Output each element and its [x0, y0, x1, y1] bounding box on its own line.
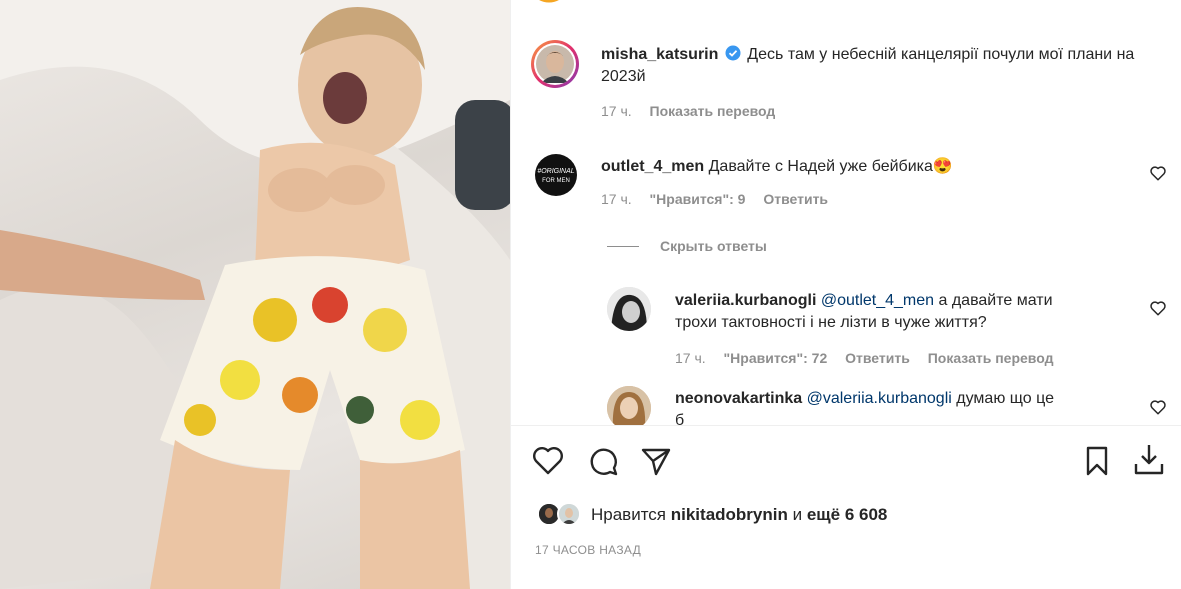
comment-row: outlet_4_men Давайте с Надей уже бейбика… [601, 156, 1121, 178]
comment-username[interactable]: outlet_4_men [601, 158, 704, 175]
reply-username[interactable]: valeriia.kurbanogli [675, 292, 816, 309]
likes-user[interactable]: nikitadobrynin [671, 505, 788, 524]
liker-avatar-1-image [539, 504, 559, 524]
caption-meta: 17 ч. Показать перевод [601, 103, 789, 119]
reply-avatar-valeriia[interactable] [607, 287, 651, 331]
reply-text-line2: трохи тактовності і не лізти в чуже житт… [675, 314, 987, 331]
hide-replies-button[interactable]: Скрыть ответы [660, 238, 767, 254]
reply-meta: 17 ч. "Нравится": 72 Ответить Показать п… [675, 350, 1053, 366]
child-photo-illustration [0, 0, 510, 589]
liker-avatar-2-image [559, 504, 579, 524]
reply2-username[interactable]: neonovakartinka [675, 390, 802, 407]
comment-text: Давайте с Надей уже бейбика [708, 158, 933, 175]
verified-badge-icon [725, 45, 741, 61]
reply-likes[interactable]: "Нравится": 72 [724, 350, 828, 366]
reply2-text-line2: б [675, 412, 685, 425]
post-photo [0, 0, 510, 589]
reply-row: valeriia.kurbanogli @outlet_4_men а дава… [675, 290, 1135, 334]
author-username[interactable]: misha_katsurin [601, 46, 718, 63]
caption-age: 17 ч. [601, 103, 632, 119]
likes-and: и [792, 505, 803, 524]
reply2-text: думаю що це [956, 390, 1054, 407]
likes-count[interactable]: ещё 6 608 [807, 505, 888, 524]
svg-text:#ORIGINAL: #ORIGINAL [537, 168, 574, 175]
download-icon[interactable] [1132, 442, 1166, 476]
paper-plane-icon[interactable] [639, 444, 673, 478]
liker-avatar-2[interactable] [557, 502, 581, 526]
comment-avatar-outlet[interactable]: #ORIGINAL FOR MEN [535, 154, 577, 196]
reply-avatar-neonova[interactable] [607, 386, 651, 425]
author-avatar-image [534, 43, 576, 85]
likes-prefix: Нравится [591, 505, 667, 524]
valeriia-avatar-image [607, 287, 651, 331]
post-timestamp[interactable]: 17 ЧАСОВ НАЗАД [535, 543, 641, 557]
neonova-avatar-image [607, 386, 651, 425]
reply-mention[interactable]: @outlet_4_men [821, 292, 934, 309]
reply-like-heart-icon[interactable] [1149, 299, 1167, 317]
likes-summary: Нравится nikitadobrynin и ещё 6 608 [591, 505, 887, 525]
heart-icon[interactable] [531, 444, 565, 478]
svg-text:FOR MEN: FOR MEN [542, 178, 570, 184]
reply-text-line1: а давайте мати [938, 292, 1053, 309]
reply-age: 17 ч. [675, 350, 706, 366]
comment-reply-button[interactable]: Ответить [763, 191, 828, 207]
caption-translate-link[interactable]: Показать перевод [650, 103, 776, 119]
comment-age: 17 ч. [601, 191, 632, 207]
comments-area[interactable]: misha_katsurin Десь там у небесній канце… [511, 0, 1181, 425]
outlet-logo-icon: #ORIGINAL FOR MEN [537, 168, 574, 184]
reply2-like-heart-icon[interactable] [1149, 398, 1167, 416]
reply2-mention[interactable]: @valeriia.kurbanogli [807, 390, 952, 407]
heart-eyes-emoji: 😍 [932, 158, 953, 175]
bookmark-icon[interactable] [1080, 444, 1114, 478]
comment-bubble-icon[interactable] [587, 444, 621, 478]
hide-replies-line [607, 246, 639, 247]
author-avatar[interactable] [531, 40, 579, 88]
reply-translate-link[interactable]: Показать перевод [928, 350, 1054, 366]
comment-likes[interactable]: "Нравится": 9 [650, 191, 746, 207]
reply-reply-button[interactable]: Ответить [845, 350, 910, 366]
comment-like-heart-icon[interactable] [1149, 164, 1167, 182]
post-details-panel: misha_katsurin Десь там у небесній канце… [510, 0, 1181, 589]
caption: misha_katsurin Десь там у небесній канце… [601, 44, 1161, 88]
comment-meta: 17 ч. "Нравится": 9 Ответить [601, 191, 828, 207]
reply-row-2: neonovakartinka @valeriia.kurbanogli дум… [675, 388, 1135, 425]
